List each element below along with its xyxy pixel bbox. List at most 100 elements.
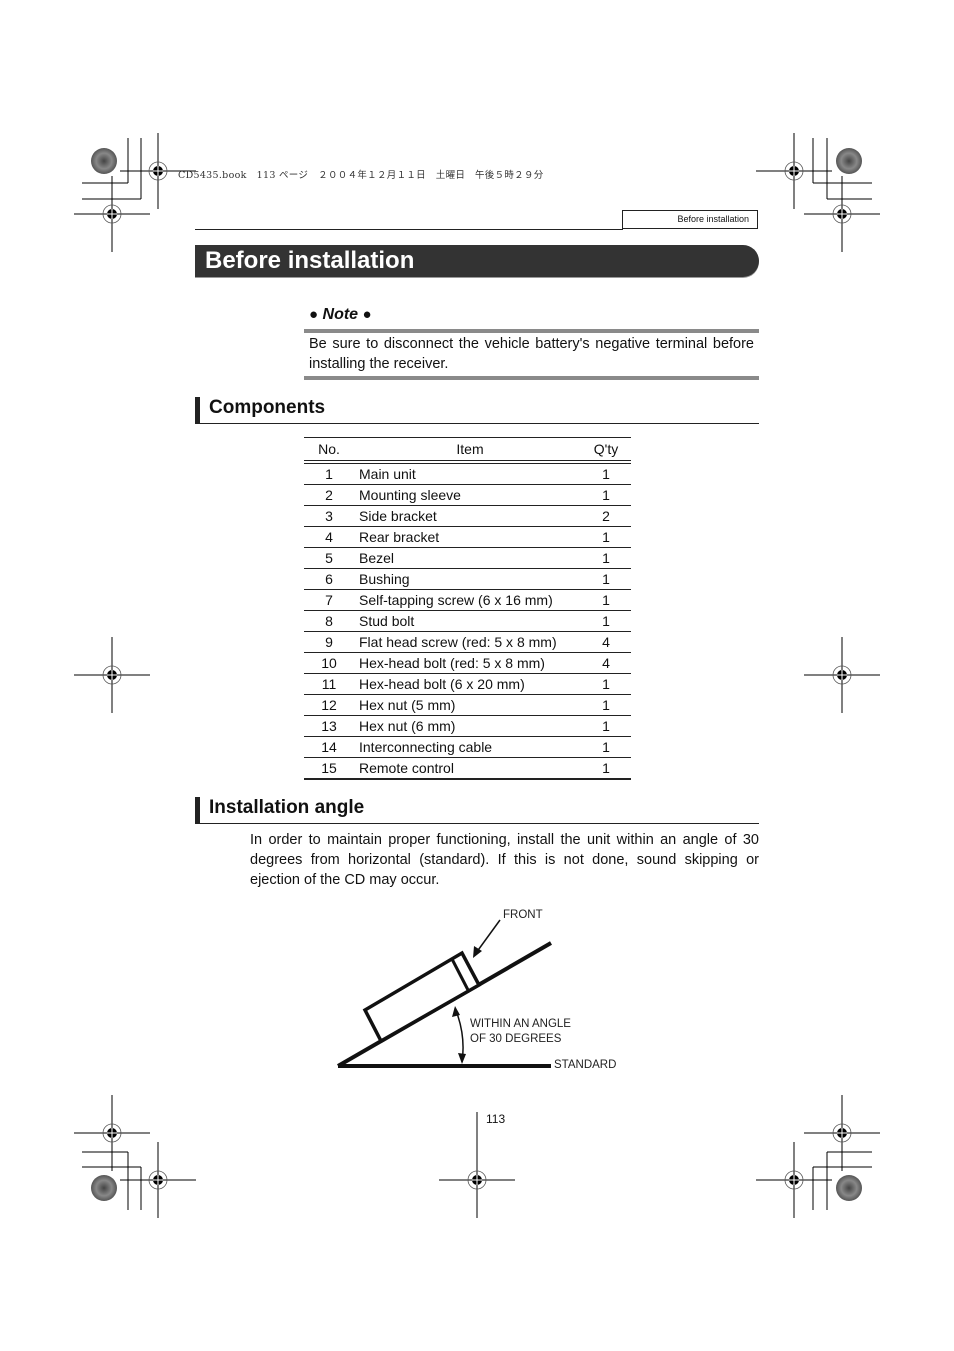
print-slug-file: CD5435.book [178, 170, 247, 181]
cell-no: 14 [304, 736, 354, 758]
cell-item: Hex nut (5 mm) [354, 694, 581, 716]
note-heading-label: Note [322, 306, 359, 323]
cell-qty: 1 [581, 568, 631, 590]
components-table: No. Item Q'ty 1 Main unit 1 2 Mounting sleev… [304, 437, 631, 780]
heading-bar [195, 797, 200, 823]
cell-no: 13 [304, 715, 354, 737]
table-row: 15 Remote control 1 [304, 757, 631, 780]
registration-mark-icon [438, 1141, 516, 1219]
cell-qty: 1 [581, 757, 631, 780]
registration-mark-icon [119, 1141, 197, 1219]
cell-no: 10 [304, 652, 354, 674]
cell-qty: 1 [581, 694, 631, 716]
cell-no: 3 [304, 505, 354, 527]
print-slug-date: ２００４年１２月１１日 土曜日 午後５時２９分 [318, 170, 544, 181]
registration-mark-icon [73, 175, 151, 253]
heading-bar [195, 397, 200, 423]
table-row: 6 Bushing 1 [304, 568, 631, 590]
cell-no: 15 [304, 757, 354, 780]
registration-mark-icon [755, 132, 833, 210]
starburst-mark-bottom-right [836, 1175, 862, 1201]
table-row: 11 Hex-head bolt (6 x 20 mm) 1 [304, 673, 631, 695]
registration-mark-icon [803, 636, 881, 714]
note-text: Be sure to disconnect the vehicle batter… [309, 336, 754, 372]
page-title: Before installation [205, 247, 415, 274]
page-title-bar: Before installation [195, 245, 759, 277]
cell-item: Remote control [354, 757, 581, 780]
cell-item: Hex-head bolt (red: 5 x 8 mm) [354, 652, 581, 674]
note-heading: ● Note ● [309, 305, 372, 325]
table-row: 3 Side bracket 2 [304, 505, 631, 527]
label-front: FRONT [503, 909, 543, 921]
label-angle-line2: OF 30 DEGREES [470, 1033, 562, 1045]
cell-qty: 1 [581, 484, 631, 506]
cell-item: Hex nut (6 mm) [354, 715, 581, 737]
cell-qty: 1 [581, 547, 631, 569]
print-slug: CD5435.book 113 ページ ２００４年１２月１１日 土曜日 午後５時… [178, 167, 544, 181]
components-heading: Components [195, 395, 759, 424]
registration-mark-icon [73, 1094, 151, 1172]
cell-item: Interconnecting cable [354, 736, 581, 758]
page-number: 113 [486, 1112, 506, 1126]
cell-no: 2 [304, 484, 354, 506]
column-header-no: No. [304, 437, 354, 464]
running-header: Before installation [622, 210, 758, 229]
registration-mark-icon [803, 175, 881, 253]
cell-qty: 1 [581, 736, 631, 758]
table-row: 10 Hex-head bolt (red: 5 x 8 mm) 4 [304, 652, 631, 674]
cell-no: 4 [304, 526, 354, 548]
registration-mark-icon [803, 1094, 881, 1172]
cell-item: Self-tapping screw (6 x 16 mm) [354, 589, 581, 611]
registration-mark-icon [755, 1141, 833, 1219]
column-header-item: Item [354, 437, 581, 464]
table-row: 7 Self-tapping screw (6 x 16 mm) 1 [304, 589, 631, 611]
bullet-icon: ● [362, 306, 372, 323]
column-header-qty: Q'ty [581, 437, 631, 464]
table-row: 1 Main unit 1 [304, 462, 631, 485]
installation-angle-text: In order to maintain proper functioning,… [250, 832, 759, 888]
header-rule [195, 229, 623, 230]
label-standard: STANDARD [554, 1059, 617, 1071]
starburst-mark-bottom-left [91, 1175, 117, 1201]
cell-qty: 4 [581, 652, 631, 674]
table-row: 4 Rear bracket 1 [304, 526, 631, 548]
cell-qty: 4 [581, 631, 631, 653]
bullet-icon: ● [309, 306, 319, 323]
cell-qty: 1 [581, 589, 631, 611]
cell-no: 6 [304, 568, 354, 590]
table-row: 8 Stud bolt 1 [304, 610, 631, 632]
cell-item: Bezel [354, 547, 581, 569]
starburst-mark-top-left [91, 148, 117, 174]
table-row: 13 Hex nut (6 mm) 1 [304, 715, 631, 737]
installation-angle-heading: Installation angle [195, 795, 759, 824]
starburst-mark-top-right [836, 148, 862, 174]
table-row: 12 Hex nut (5 mm) 1 [304, 694, 631, 716]
components-heading-label: Components [209, 397, 326, 418]
cell-item: Main unit [354, 462, 581, 485]
cell-no: 12 [304, 694, 354, 716]
note-box: Be sure to disconnect the vehicle batter… [304, 329, 759, 380]
registration-mark-icon [73, 636, 151, 714]
table-row: 2 Mounting sleeve 1 [304, 484, 631, 506]
cell-no: 9 [304, 631, 354, 653]
cell-no: 5 [304, 547, 354, 569]
cell-qty: 1 [581, 610, 631, 632]
print-slug-page: 113 ページ [256, 170, 309, 181]
cell-no: 1 [304, 462, 354, 485]
cell-qty: 1 [581, 673, 631, 695]
cell-no: 11 [304, 673, 354, 695]
table-header-row: No. Item Q'ty [304, 437, 631, 464]
cell-no: 7 [304, 589, 354, 611]
cell-qty: 2 [581, 505, 631, 527]
cell-qty: 1 [581, 462, 631, 485]
cell-qty: 1 [581, 526, 631, 548]
label-angle-line1: WITHIN AN ANGLE [470, 1018, 571, 1030]
cell-item: Bushing [354, 568, 581, 590]
cell-item: Flat head screw (red: 5 x 8 mm) [354, 631, 581, 653]
table-row: 14 Interconnecting cable 1 [304, 736, 631, 758]
cell-no: 8 [304, 610, 354, 632]
table-row: 9 Flat head screw (red: 5 x 8 mm) 4 [304, 631, 631, 653]
cell-item: Stud bolt [354, 610, 581, 632]
cell-item: Side bracket [354, 505, 581, 527]
cell-item: Rear bracket [354, 526, 581, 548]
